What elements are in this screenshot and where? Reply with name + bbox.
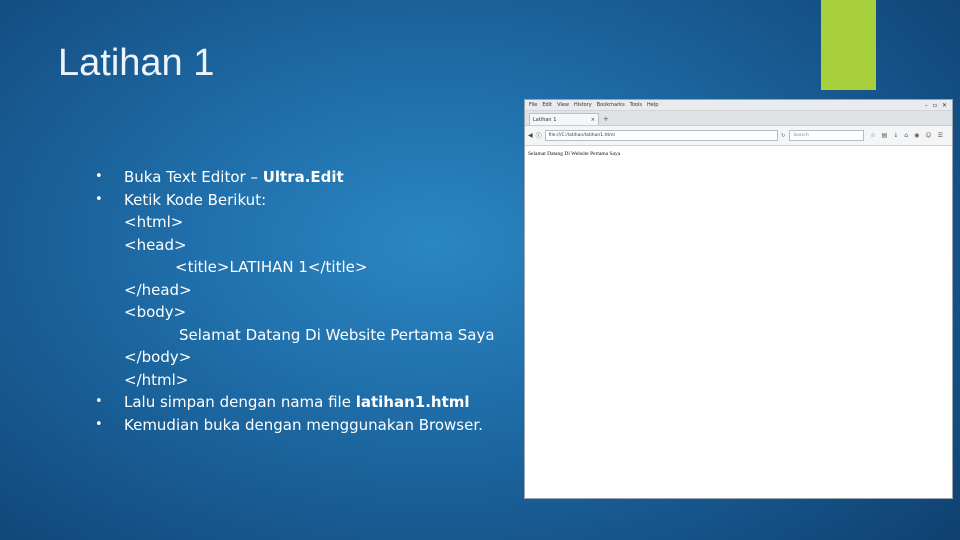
browser-menubar: File Edit View History Bookmarks Tools H…: [525, 100, 952, 111]
close-window-button[interactable]: ✕: [942, 102, 947, 109]
tab-strip: Latihan 1 × +: [525, 111, 952, 126]
bullet-marker: •: [95, 191, 103, 207]
bullet-bold-text: Ultra.Edit: [262, 168, 344, 186]
bullet-marker: •: [95, 416, 103, 432]
home-icon[interactable]: ⌂: [904, 132, 908, 139]
maximize-button[interactable]: ▫: [933, 102, 937, 109]
menu-item-bookmarks[interactable]: Bookmarks: [597, 102, 625, 108]
code-line: </body>: [124, 348, 192, 366]
bullet-item: • Lalu simpan dengan nama file latihan1.…: [95, 391, 525, 414]
code-line: </head>: [124, 280, 192, 299]
page-text: Selamat Datang Di Website Pertama Saya: [528, 151, 621, 157]
info-icon[interactable]: ⓘ: [536, 131, 542, 140]
bullet-text: Lalu simpan dengan nama file: [124, 393, 356, 411]
code-line: <title>LATIHAN 1</title>: [175, 258, 368, 276]
bullet-item: • Ketik Kode Berikut:: [95, 189, 525, 212]
navigation-bar: ◀ ⓘ file:///C:/latihan/latihan1.html ↻ S…: [525, 126, 952, 146]
library-icon[interactable]: ▤: [882, 132, 888, 139]
bullet-list: • Buka Text Editor – Ultra.Edit • Ketik …: [95, 166, 525, 436]
new-tab-button[interactable]: +: [603, 113, 609, 125]
bullet-text: Kemudian buka dengan menggunakan Browser…: [124, 415, 483, 434]
code-line: <body>: [124, 303, 187, 321]
search-input[interactable]: Search: [789, 130, 865, 141]
menu-item-help[interactable]: Help: [647, 102, 658, 108]
bullet-marker: •: [95, 169, 103, 184]
menu-item-edit[interactable]: Edit: [542, 102, 552, 108]
code-line: <head>: [124, 235, 187, 254]
url-bar[interactable]: file:///C:/latihan/latihan1.html: [544, 130, 779, 141]
code-line: <html>: [124, 213, 184, 231]
bullet-marker: •: [95, 394, 103, 409]
reload-icon[interactable]: ↻: [781, 133, 785, 139]
search-placeholder: Search: [793, 133, 809, 138]
page-content: Selamat Datang Di Website Pertama Saya: [525, 146, 952, 162]
bullet-item: • Buka Text Editor – Ultra.Edit: [95, 166, 525, 189]
tab-title: Latihan 1: [533, 116, 557, 123]
menu-item-history[interactable]: History: [574, 102, 592, 108]
accent-bar: [821, 0, 876, 90]
toolbar-icons: ☆ ▤ ↓ ⌂ ◉ ☺ ☰: [870, 132, 949, 139]
star-icon[interactable]: ☆: [870, 132, 875, 139]
code-line: </html>: [124, 370, 189, 389]
minimize-button[interactable]: –: [925, 102, 928, 109]
browser-tab[interactable]: Latihan 1 ×: [529, 113, 599, 125]
menu-icon[interactable]: ☰: [938, 132, 943, 139]
pocket-icon[interactable]: ◉: [914, 132, 919, 139]
bullet-item: • Kemudian buka dengan menggunakan Brows…: [95, 414, 525, 437]
bullet-text: Buka Text Editor –: [124, 168, 263, 186]
download-icon[interactable]: ↓: [893, 132, 898, 139]
tab-close-icon[interactable]: ×: [591, 117, 595, 123]
url-text: file:///C:/latihan/latihan1.html: [548, 133, 615, 138]
menu-item-file[interactable]: File: [529, 102, 537, 108]
bullet-bold-text: latihan1.html: [355, 393, 470, 411]
smile-icon[interactable]: ☺: [925, 132, 931, 139]
menu-item-view[interactable]: View: [557, 102, 569, 108]
code-line: Selamat Datang Di Website Pertama Saya: [179, 325, 495, 344]
bullet-text: Ketik Kode Berikut:: [124, 190, 267, 209]
browser-screenshot: File Edit View History Bookmarks Tools H…: [524, 99, 953, 499]
back-icon[interactable]: ◀: [528, 132, 533, 139]
menu-item-tools[interactable]: Tools: [630, 102, 642, 108]
slide-title: Latihan 1: [58, 42, 215, 84]
